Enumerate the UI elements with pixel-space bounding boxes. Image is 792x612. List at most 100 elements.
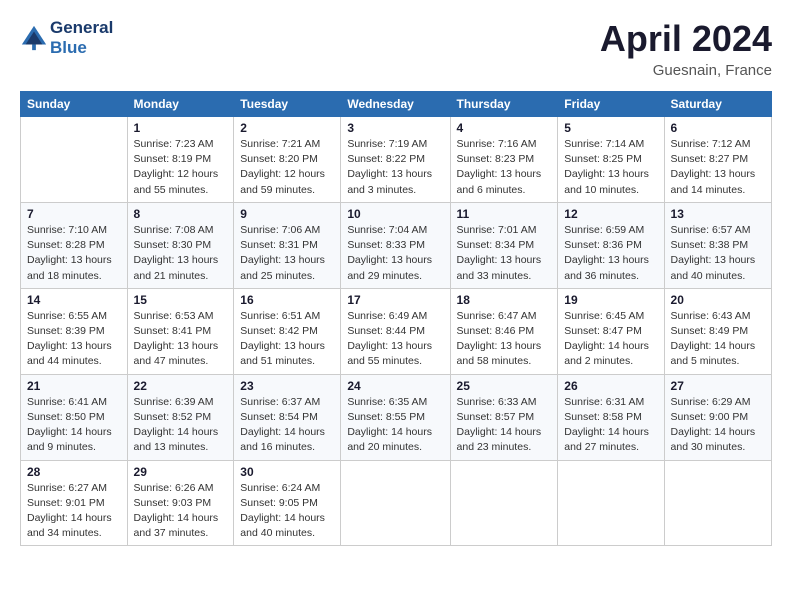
table-row: 26 Sunrise: 6:31 AM Sunset: 8:58 PM Dayli…: [558, 374, 664, 460]
day-info: Sunrise: 7:10 AM Sunset: 8:28 PM Dayligh…: [27, 223, 121, 284]
col-tuesday: Tuesday: [234, 92, 341, 117]
day-info: Sunrise: 6:51 AM Sunset: 8:42 PM Dayligh…: [240, 309, 334, 370]
day-number: 15: [134, 293, 228, 307]
day-number: 25: [457, 379, 552, 393]
header: General Blue April 2024 Guesnain, France: [20, 18, 772, 79]
day-number: 4: [457, 121, 552, 135]
day-info: Sunrise: 6:47 AM Sunset: 8:46 PM Dayligh…: [457, 309, 552, 370]
table-row: 6Sunrise: 7:12 AM Sunset: 8:27 PM Daylig…: [664, 117, 771, 203]
col-wednesday: Wednesday: [341, 92, 450, 117]
day-info: Sunrise: 7:23 AM Sunset: 8:19 PM Dayligh…: [134, 137, 228, 198]
day-number: 16: [240, 293, 334, 307]
day-info: Sunrise: 6:24 AM Sunset: 9:05 PM Dayligh…: [240, 481, 334, 542]
table-row: [341, 460, 450, 546]
calendar-location: Guesnain, France: [600, 62, 772, 79]
day-info: Sunrise: 6:37 AM Sunset: 8:54 PM Dayligh…: [240, 395, 334, 456]
table-row: [21, 117, 128, 203]
table-row: 12Sunrise: 6:59 AM Sunset: 8:36 PM Dayli…: [558, 202, 664, 288]
day-info: Sunrise: 7:21 AM Sunset: 8:20 PM Dayligh…: [240, 137, 334, 198]
day-number: 20: [671, 293, 765, 307]
logo-text: General Blue: [50, 18, 113, 57]
day-number: 18: [457, 293, 552, 307]
day-number: 28: [27, 465, 121, 479]
table-row: 30 Sunrise: 6:24 AM Sunset: 9:05 PM Dayli…: [234, 460, 341, 546]
table-row: 1 Sunrise: 7:23 AM Sunset: 8:19 PM Daylig…: [127, 117, 234, 203]
logo-blue-line: Blue: [50, 38, 113, 58]
day-number: 12: [564, 207, 657, 221]
col-friday: Friday: [558, 92, 664, 117]
day-number: 26: [564, 379, 657, 393]
table-row: 19 Sunrise: 6:45 AM Sunset: 8:47 PM Dayli…: [558, 288, 664, 374]
day-number: 27: [671, 379, 765, 393]
day-info: Sunrise: 6:29 AM Sunset: 9:00 PM Dayligh…: [671, 395, 765, 456]
table-row: 11Sunrise: 7:01 AM Sunset: 8:34 PM Dayli…: [450, 202, 558, 288]
table-row: 15 Sunrise: 6:53 AM Sunset: 8:41 PM Dayli…: [127, 288, 234, 374]
col-monday: Monday: [127, 92, 234, 117]
table-row: [558, 460, 664, 546]
table-row: 22 Sunrise: 6:39 AM Sunset: 8:52 PM Dayli…: [127, 374, 234, 460]
table-row: 18 Sunrise: 6:47 AM Sunset: 8:46 PM Dayli…: [450, 288, 558, 374]
day-info: Sunrise: 7:06 AM Sunset: 8:31 PM Dayligh…: [240, 223, 334, 284]
day-info: Sunrise: 6:53 AM Sunset: 8:41 PM Dayligh…: [134, 309, 228, 370]
day-info: Sunrise: 6:45 AM Sunset: 8:47 PM Dayligh…: [564, 309, 657, 370]
table-row: 17 Sunrise: 6:49 AM Sunset: 8:44 PM Dayli…: [341, 288, 450, 374]
day-number: 29: [134, 465, 228, 479]
table-row: 7 Sunrise: 7:10 AM Sunset: 8:28 PM Daylig…: [21, 202, 128, 288]
col-saturday: Saturday: [664, 92, 771, 117]
day-number: 13: [671, 207, 765, 221]
day-info: Sunrise: 6:57 AM Sunset: 8:38 PM Dayligh…: [671, 223, 765, 284]
table-row: 29 Sunrise: 6:26 AM Sunset: 9:03 PM Dayli…: [127, 460, 234, 546]
day-number: 30: [240, 465, 334, 479]
col-thursday: Thursday: [450, 92, 558, 117]
day-number: 10: [347, 207, 443, 221]
day-info: Sunrise: 6:39 AM Sunset: 8:52 PM Dayligh…: [134, 395, 228, 456]
day-number: 7: [27, 207, 121, 221]
table-row: 28Sunrise: 6:27 AM Sunset: 9:01 PM Dayli…: [21, 460, 128, 546]
day-info: Sunrise: 7:04 AM Sunset: 8:33 PM Dayligh…: [347, 223, 443, 284]
table-row: 16 Sunrise: 6:51 AM Sunset: 8:42 PM Dayli…: [234, 288, 341, 374]
table-row: 25 Sunrise: 6:33 AM Sunset: 8:57 PM Dayli…: [450, 374, 558, 460]
day-info: Sunrise: 7:08 AM Sunset: 8:30 PM Dayligh…: [134, 223, 228, 284]
day-number: 5: [564, 121, 657, 135]
day-number: 3: [347, 121, 443, 135]
day-number: 19: [564, 293, 657, 307]
table-row: 2 Sunrise: 7:21 AM Sunset: 8:20 PM Daylig…: [234, 117, 341, 203]
table-row: 9 Sunrise: 7:06 AM Sunset: 8:31 PM Daylig…: [234, 202, 341, 288]
day-info: Sunrise: 6:55 AM Sunset: 8:39 PM Dayligh…: [27, 309, 121, 370]
table-row: 8 Sunrise: 7:08 AM Sunset: 8:30 PM Daylig…: [127, 202, 234, 288]
day-number: 17: [347, 293, 443, 307]
day-number: 24: [347, 379, 443, 393]
day-info: Sunrise: 6:43 AM Sunset: 8:49 PM Dayligh…: [671, 309, 765, 370]
table-row: 4 Sunrise: 7:16 AM Sunset: 8:23 PM Daylig…: [450, 117, 558, 203]
day-number: 23: [240, 379, 334, 393]
table-row: 20 Sunrise: 6:43 AM Sunset: 8:49 PM Dayli…: [664, 288, 771, 374]
table-row: 24 Sunrise: 6:35 AM Sunset: 8:55 PM Dayli…: [341, 374, 450, 460]
day-info: Sunrise: 6:49 AM Sunset: 8:44 PM Dayligh…: [347, 309, 443, 370]
table-row: [664, 460, 771, 546]
table-row: 21Sunrise: 6:41 AM Sunset: 8:50 PM Dayli…: [21, 374, 128, 460]
day-number: 8: [134, 207, 228, 221]
page: General Blue April 2024 Guesnain, France…: [0, 0, 792, 556]
title-block: April 2024 Guesnain, France: [600, 18, 772, 79]
day-info: Sunrise: 6:31 AM Sunset: 8:58 PM Dayligh…: [564, 395, 657, 456]
table-row: 5Sunrise: 7:14 AM Sunset: 8:25 PM Daylig…: [558, 117, 664, 203]
day-number: 1: [134, 121, 228, 135]
day-info: Sunrise: 6:33 AM Sunset: 8:57 PM Dayligh…: [457, 395, 552, 456]
logo-general: General: [50, 18, 113, 37]
table-row: 13 Sunrise: 6:57 AM Sunset: 8:38 PM Dayli…: [664, 202, 771, 288]
day-number: 2: [240, 121, 334, 135]
table-row: 27 Sunrise: 6:29 AM Sunset: 9:00 PM Dayli…: [664, 374, 771, 460]
day-info: Sunrise: 6:35 AM Sunset: 8:55 PM Dayligh…: [347, 395, 443, 456]
day-info: Sunrise: 6:26 AM Sunset: 9:03 PM Dayligh…: [134, 481, 228, 542]
day-number: 22: [134, 379, 228, 393]
calendar-title: April 2024: [600, 18, 772, 60]
day-info: Sunrise: 7:16 AM Sunset: 8:23 PM Dayligh…: [457, 137, 552, 198]
logo-icon: [20, 24, 48, 52]
logo: General Blue: [20, 18, 113, 57]
day-number: 14: [27, 293, 121, 307]
table-row: 23 Sunrise: 6:37 AM Sunset: 8:54 PM Dayli…: [234, 374, 341, 460]
calendar-header-row: Sunday Monday Tuesday Wednesday Thursday…: [21, 92, 772, 117]
day-number: 9: [240, 207, 334, 221]
table-row: [450, 460, 558, 546]
day-info: Sunrise: 7:12 AM Sunset: 8:27 PM Dayligh…: [671, 137, 765, 198]
